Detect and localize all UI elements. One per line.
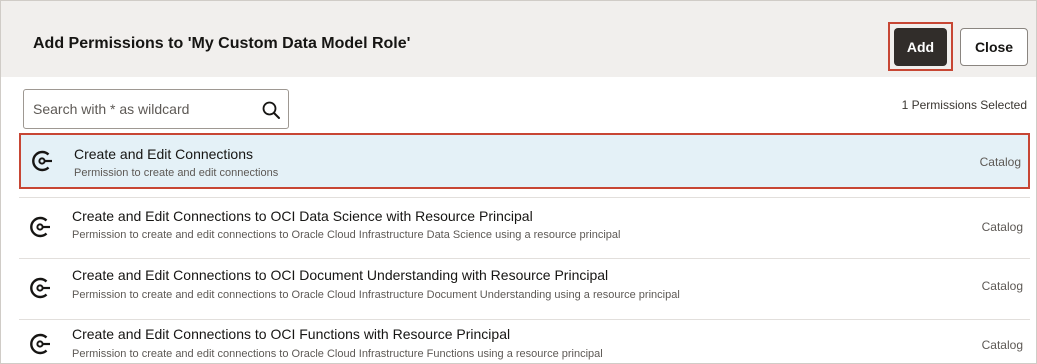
permission-title: Create and Edit Connections [74,146,253,162]
permission-description: Permission to create and edit connection… [72,229,621,241]
dialog-title: Add Permissions to 'My Custom Data Model… [33,35,411,52]
permission-description: Permission to create and edit connection… [74,167,279,179]
selected-count: 1 Permissions Selected [901,98,1027,112]
permission-title: Create and Edit Connections to OCI Docum… [72,267,609,283]
permission-category: Catalog [981,279,1023,293]
connection-icon [30,216,50,238]
add-button[interactable]: Add [894,28,947,66]
add-permissions-dialog: Add Permissions to 'My Custom Data Model… [0,0,1037,364]
search-input[interactable] [33,99,243,119]
connection-icon [30,277,50,299]
permission-category: Catalog [979,155,1021,169]
permission-item[interactable]: Create and Edit Connections to OCI Docum… [19,259,1030,318]
permission-title: Create and Edit Connections to OCI Funct… [72,326,511,342]
permission-description: Permission to create and edit connection… [72,289,680,301]
dialog-header: Add Permissions to 'My Custom Data Model… [1,1,1036,77]
permission-item[interactable]: Create and Edit Connections to OCI Funct… [19,320,1030,363]
permission-item[interactable]: Create and Edit Connections Permission t… [19,133,1030,189]
permission-category: Catalog [981,220,1023,234]
permission-category: Catalog [981,338,1023,352]
search-icon[interactable] [261,100,281,120]
connection-icon [32,150,52,172]
permission-description: Permission to create and edit connection… [72,348,603,360]
permission-title: Create and Edit Connections to OCI Data … [72,208,533,224]
close-button[interactable]: Close [960,28,1028,66]
connection-icon [30,333,50,355]
search-box[interactable] [23,89,289,129]
permission-item[interactable]: Create and Edit Connections to OCI Data … [19,198,1030,258]
